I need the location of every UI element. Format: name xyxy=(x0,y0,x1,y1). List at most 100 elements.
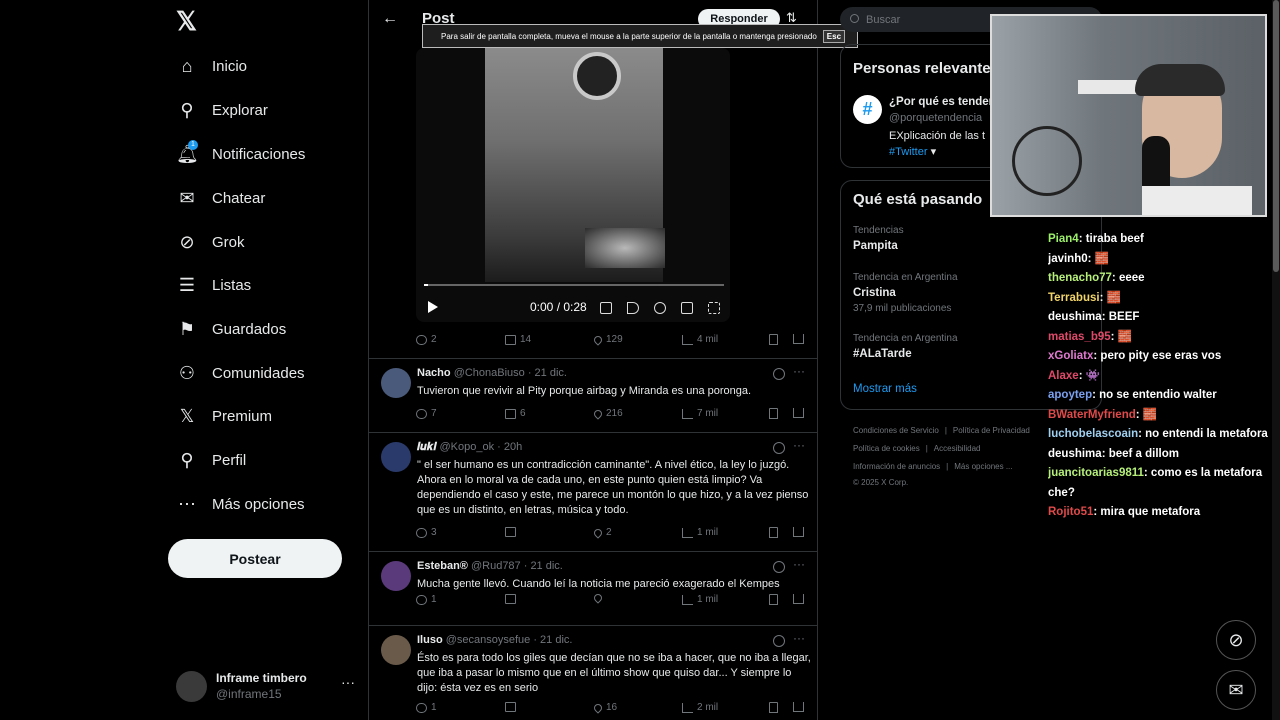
avatar[interactable] xyxy=(381,635,411,665)
more-icon[interactable]: ··· xyxy=(793,557,805,571)
captions-icon[interactable] xyxy=(600,302,612,314)
author-name[interactable]: Iluso xyxy=(417,634,443,646)
avatar[interactable] xyxy=(381,368,411,398)
repost-action[interactable] xyxy=(505,594,520,604)
more-icon[interactable]: ··· xyxy=(793,631,805,645)
footer-sep: | xyxy=(946,462,949,471)
nav-item-chatear[interactable]: ✉ Chatear xyxy=(176,184,265,212)
views-action[interactable]: 4 mil xyxy=(682,334,718,345)
account-switcher[interactable]: Inframe timbero @inframe15 ··· xyxy=(176,668,366,704)
author-name[interactable]: Esteban® xyxy=(417,560,468,572)
views-action[interactable]: 1 mil xyxy=(682,594,718,605)
reply-action[interactable]: 1 xyxy=(416,702,437,713)
show-more-link[interactable]: Mostrar más xyxy=(853,383,917,395)
repost-action[interactable] xyxy=(505,702,520,712)
footer-link[interactable]: Condiciones de Servicio xyxy=(853,426,939,435)
grok-icon[interactable] xyxy=(773,368,785,380)
relevant-name[interactable]: ¿Por qué es tenden xyxy=(889,96,996,108)
hashtag-avatar-icon[interactable]: # xyxy=(853,95,882,124)
bookmark-action[interactable] xyxy=(769,702,778,713)
footer-link[interactable]: Política de Privacidad xyxy=(953,426,1030,435)
post-button[interactable]: Postear xyxy=(168,539,342,578)
gear-icon[interactable] xyxy=(654,302,666,314)
scrollbar[interactable] xyxy=(1272,0,1280,720)
share-action[interactable] xyxy=(793,527,804,537)
views-action[interactable]: 7 mil xyxy=(682,408,718,419)
author-name[interactable]: 𝒍𝒖𝒌𝒊 xyxy=(417,441,436,453)
fullscreen-icon[interactable] xyxy=(708,302,720,314)
views-action[interactable]: 2 mil xyxy=(682,702,718,713)
nav-item-grok[interactable]: ⊘ Grok xyxy=(176,228,244,256)
chat-text: : 🧱 xyxy=(1087,252,1109,265)
footer-link[interactable]: Política de cookies xyxy=(853,444,920,453)
post-header: 𝒍𝒖𝒌𝒊 @Kopo_ok · 20h xyxy=(417,441,522,454)
avatar[interactable] xyxy=(381,442,411,472)
nav-item-guardados[interactable]: ⚑ Guardados xyxy=(176,315,286,343)
video-scrubber[interactable] xyxy=(424,284,724,286)
x-logo-icon[interactable]: 𝕏 xyxy=(176,8,200,34)
volume-icon[interactable] xyxy=(627,302,639,314)
nav-item-msopciones[interactable]: ⋯ Más opciones xyxy=(176,490,305,518)
trend-name[interactable]: Pampita xyxy=(853,240,898,252)
like-action[interactable]: 129 xyxy=(592,333,623,346)
bookmark-action[interactable] xyxy=(769,334,778,345)
post-text: Mucha gente llevó. Cuando leí la noticia… xyxy=(417,578,780,590)
nav-item-comunidades[interactable]: ⚇ Comunidades xyxy=(176,359,305,387)
footer-link[interactable]: Accesibilidad xyxy=(934,444,981,453)
reply-action[interactable]: 1 xyxy=(416,594,437,605)
repost-icon xyxy=(505,408,516,419)
avatar[interactable] xyxy=(381,561,411,591)
share-action[interactable] xyxy=(793,702,804,712)
messages-fab-icon[interactable]: ✉ xyxy=(1216,670,1256,710)
nav-item-perfil[interactable]: ⚲ Perfil xyxy=(176,446,246,474)
nav-item-notificaciones[interactable]: 🔔︎ 1 Notificaciones xyxy=(176,140,305,168)
view-count: 2 mil xyxy=(697,702,719,713)
footer-link[interactable]: Información de anuncios xyxy=(853,462,940,471)
like-action[interactable] xyxy=(592,592,606,604)
author-name[interactable]: Nacho xyxy=(417,367,451,379)
reply-action[interactable]: 3 xyxy=(416,527,437,538)
repost-action[interactable]: 6 xyxy=(505,408,526,419)
reply-action[interactable]: 2 xyxy=(416,334,437,345)
footer-link[interactable]: Más opciones ... xyxy=(954,462,1012,471)
like-action[interactable]: 2 xyxy=(592,526,612,539)
grok-icon[interactable] xyxy=(773,561,785,573)
repost-action[interactable] xyxy=(505,527,520,537)
share-icon xyxy=(793,527,804,537)
grok-icon[interactable] xyxy=(773,635,785,647)
post-header: Nacho @ChonaBiuso · 21 dic. xyxy=(417,367,567,379)
repost-action[interactable]: 14 xyxy=(505,334,531,345)
bookmark-action[interactable] xyxy=(769,527,778,538)
headphones xyxy=(1135,64,1225,96)
more-icon[interactable]: ··· xyxy=(341,674,355,690)
relevant-tag[interactable]: #Twitter ▾ xyxy=(889,145,936,158)
reply-action[interactable]: 7 xyxy=(416,408,437,419)
play-icon[interactable] xyxy=(428,301,438,313)
post-text: Ésto es para todo los giles que decían q… xyxy=(417,652,811,694)
trend-name[interactable]: #ALaTarde xyxy=(853,348,912,360)
video-player[interactable]: 0:00 / 0:28 xyxy=(416,48,730,322)
chat-username: xGoliatx xyxy=(1048,350,1094,362)
back-arrow-icon[interactable]: ← xyxy=(382,10,398,28)
nav-item-inicio[interactable]: ⌂ Inicio xyxy=(176,52,247,80)
like-action[interactable]: 216 xyxy=(592,407,623,420)
grok-fab-icon[interactable]: ⊘ xyxy=(1216,620,1256,660)
views-action[interactable]: 1 mil xyxy=(682,527,718,538)
reply-post[interactable]: Esteban® @Rud787 · 21 dic. ··· Mucha gen… xyxy=(369,551,817,625)
trend-name[interactable]: Cristina xyxy=(853,287,896,299)
pip-icon[interactable] xyxy=(681,302,693,314)
like-action[interactable]: 16 xyxy=(592,701,617,714)
share-action[interactable] xyxy=(793,334,804,344)
nav-item-listas[interactable]: ☰ Listas xyxy=(176,271,251,299)
share-action[interactable] xyxy=(793,594,804,604)
grok-icon[interactable] xyxy=(773,442,785,454)
more-icon[interactable]: ··· xyxy=(793,438,805,452)
more-icon[interactable]: ··· xyxy=(793,364,805,378)
bookmark-action[interactable] xyxy=(769,408,778,419)
footer-link[interactable]: © 2025 X Corp. xyxy=(853,478,908,487)
nav-item-explorar[interactable]: ⚲ Explorar xyxy=(176,96,267,124)
share-action[interactable] xyxy=(793,408,804,418)
nav-item-premium[interactable]: 𝕏 Premium xyxy=(176,402,272,430)
share-icon xyxy=(793,408,804,418)
bookmark-action[interactable] xyxy=(769,594,778,605)
